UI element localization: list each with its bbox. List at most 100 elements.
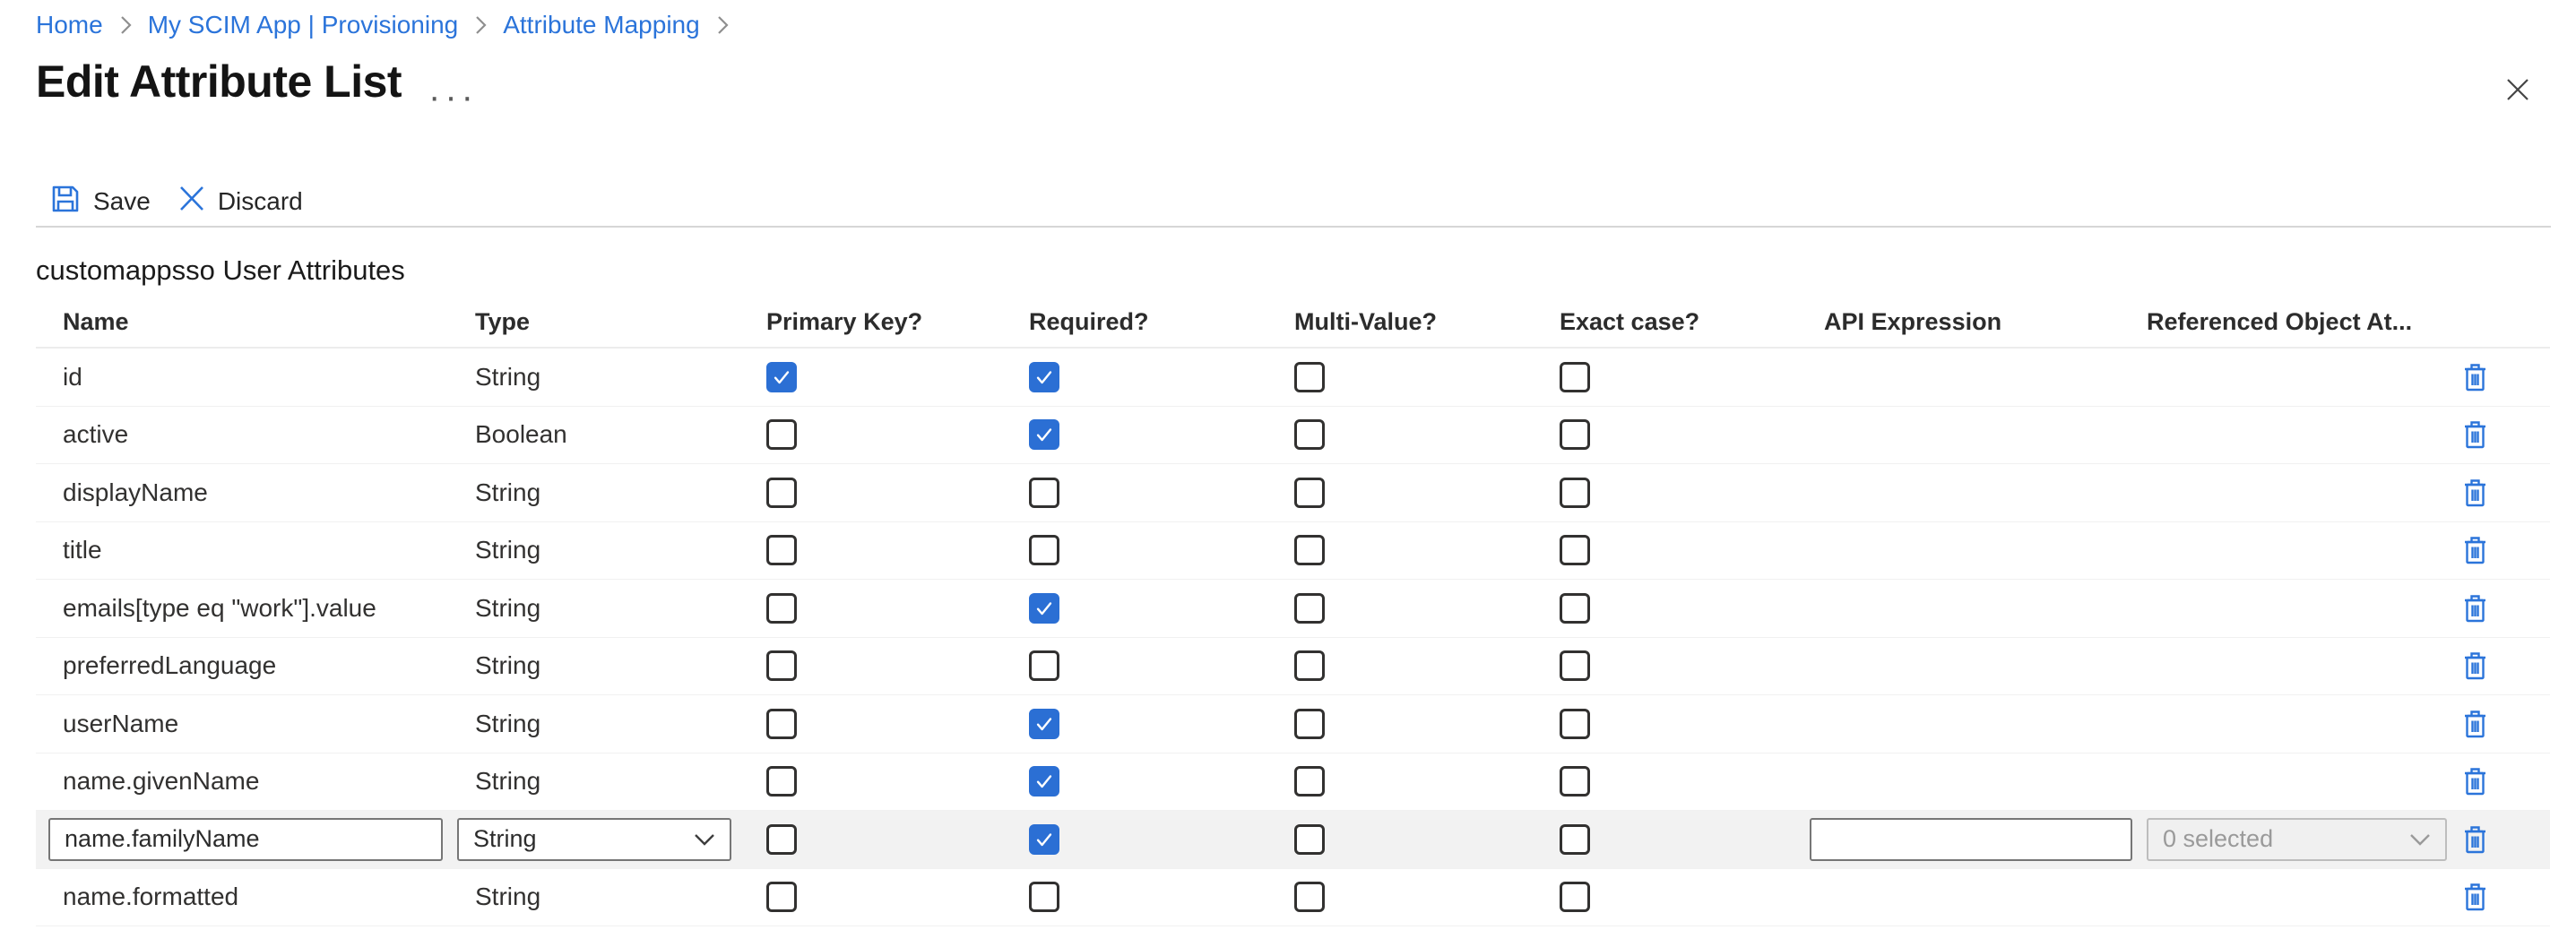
- primary-key-checkbox[interactable]: [766, 593, 797, 624]
- exact-case-checkbox[interactable]: [1560, 650, 1590, 681]
- delete-attribute-button[interactable]: [2463, 650, 2487, 681]
- primary-key-checkbox[interactable]: [766, 709, 797, 739]
- required-checkbox[interactable]: [1029, 593, 1059, 624]
- primary-key-checkbox[interactable]: [766, 535, 797, 565]
- multi-value-checkbox-cell: [1294, 824, 1560, 855]
- attribute-type: Boolean: [475, 420, 567, 449]
- chevron-right-icon: [119, 15, 132, 35]
- column-header-multi-value: Multi-Value?: [1294, 308, 1560, 336]
- multi-value-checkbox-cell: [1294, 766, 1560, 797]
- delete-cell: [2456, 650, 2550, 681]
- required-checkbox[interactable]: [1029, 419, 1059, 450]
- delete-attribute-button[interactable]: [2463, 419, 2487, 450]
- primary-key-checkbox[interactable]: [766, 882, 797, 912]
- trash-icon: [2463, 650, 2487, 681]
- delete-attribute-button[interactable]: [2463, 362, 2487, 392]
- exact-case-checkbox[interactable]: [1560, 362, 1590, 392]
- breadcrumb-link-home[interactable]: Home: [36, 11, 103, 39]
- exact-case-checkbox[interactable]: [1560, 709, 1590, 739]
- delete-attribute-button[interactable]: [2463, 593, 2487, 624]
- exact-case-checkbox[interactable]: [1560, 824, 1590, 855]
- attribute-row: String 0 selected: [36, 811, 2550, 869]
- primary-key-checkbox[interactable]: [766, 824, 797, 855]
- required-checkbox[interactable]: [1029, 650, 1059, 681]
- attribute-type-cell: String: [475, 767, 766, 796]
- required-checkbox[interactable]: [1029, 766, 1059, 797]
- referenced-object-select[interactable]: 0 selected: [2147, 818, 2447, 861]
- attribute-type: String: [475, 651, 540, 680]
- multi-value-checkbox[interactable]: [1294, 882, 1325, 912]
- multi-value-checkbox[interactable]: [1294, 824, 1325, 855]
- multi-value-checkbox[interactable]: [1294, 709, 1325, 739]
- delete-attribute-button[interactable]: [2463, 478, 2487, 508]
- exact-case-checkbox-cell: [1560, 709, 1824, 739]
- more-actions-button[interactable]: ···: [428, 79, 478, 115]
- save-button[interactable]: Save: [50, 184, 151, 220]
- multi-value-checkbox[interactable]: [1294, 650, 1325, 681]
- primary-key-checkbox[interactable]: [766, 766, 797, 797]
- exact-case-checkbox[interactable]: [1560, 882, 1590, 912]
- multi-value-checkbox[interactable]: [1294, 766, 1325, 797]
- required-checkbox-cell: [1029, 419, 1294, 450]
- attribute-name-cell: name.givenName: [36, 767, 475, 796]
- attribute-name-input[interactable]: [48, 818, 443, 861]
- primary-key-checkbox[interactable]: [766, 362, 797, 392]
- attribute-name: preferredLanguage: [63, 651, 276, 680]
- primary-key-checkbox[interactable]: [766, 419, 797, 450]
- multi-value-checkbox[interactable]: [1294, 593, 1325, 624]
- delete-attribute-button[interactable]: [2463, 882, 2487, 912]
- attribute-name-cell: userName: [36, 710, 475, 738]
- required-checkbox[interactable]: [1029, 535, 1059, 565]
- multi-value-checkbox[interactable]: [1294, 419, 1325, 450]
- exact-case-checkbox[interactable]: [1560, 535, 1590, 565]
- primary-key-checkbox[interactable]: [766, 478, 797, 508]
- multi-value-checkbox-cell: [1294, 535, 1560, 565]
- breadcrumb: Home My SCIM App | Provisioning Attribut…: [36, 11, 729, 39]
- exact-case-checkbox[interactable]: [1560, 593, 1590, 624]
- delete-attribute-button[interactable]: [2463, 766, 2487, 797]
- required-checkbox[interactable]: [1029, 362, 1059, 392]
- exact-case-checkbox-cell: [1560, 593, 1824, 624]
- exact-case-checkbox[interactable]: [1560, 478, 1590, 508]
- multi-value-checkbox[interactable]: [1294, 362, 1325, 392]
- exact-case-checkbox-cell: [1560, 478, 1824, 508]
- trash-icon: [2463, 362, 2487, 392]
- exact-case-checkbox[interactable]: [1560, 419, 1590, 450]
- chevron-right-icon: [474, 15, 487, 35]
- discard-button-label: Discard: [218, 187, 303, 216]
- attribute-type-cell: String: [475, 594, 766, 623]
- attribute-name: displayName: [63, 478, 208, 507]
- primary-key-checkbox-cell: [766, 882, 1029, 912]
- discard-button[interactable]: Discard: [177, 185, 303, 219]
- required-checkbox[interactable]: [1029, 478, 1059, 508]
- attribute-type-cell: String: [475, 818, 766, 861]
- required-checkbox[interactable]: [1029, 709, 1059, 739]
- attribute-row: name.givenNameString: [36, 753, 2550, 812]
- breadcrumb-link-attribute-mapping[interactable]: Attribute Mapping: [503, 11, 699, 39]
- attribute-type-select[interactable]: String: [457, 818, 731, 861]
- checkmark-icon: [1033, 713, 1055, 735]
- delete-attribute-button[interactable]: [2463, 535, 2487, 565]
- multi-value-checkbox-cell: [1294, 882, 1560, 912]
- primary-key-checkbox-cell: [766, 419, 1029, 450]
- required-checkbox-cell: [1029, 593, 1294, 624]
- attribute-type: String: [475, 536, 540, 564]
- breadcrumb-link-provisioning[interactable]: My SCIM App | Provisioning: [148, 11, 459, 39]
- column-header-exact-case: Exact case?: [1560, 308, 1824, 336]
- attribute-name: emails[type eq "work"].value: [63, 594, 376, 623]
- exact-case-checkbox[interactable]: [1560, 766, 1590, 797]
- required-checkbox[interactable]: [1029, 824, 1059, 855]
- close-blade-button[interactable]: [2504, 77, 2531, 104]
- multi-value-checkbox[interactable]: [1294, 535, 1325, 565]
- multi-value-checkbox[interactable]: [1294, 478, 1325, 508]
- attribute-table-header: Name Type Primary Key? Required? Multi-V…: [36, 297, 2550, 349]
- api-expression-input[interactable]: [1810, 818, 2132, 861]
- required-checkbox[interactable]: [1029, 882, 1059, 912]
- attribute-name: id: [63, 363, 82, 392]
- checkmark-icon: [1033, 366, 1055, 388]
- attribute-type-cell: String: [475, 536, 766, 564]
- attribute-row: name.formattedString: [36, 869, 2550, 927]
- primary-key-checkbox[interactable]: [766, 650, 797, 681]
- delete-attribute-button[interactable]: [2463, 709, 2487, 739]
- delete-attribute-button[interactable]: [2463, 824, 2487, 855]
